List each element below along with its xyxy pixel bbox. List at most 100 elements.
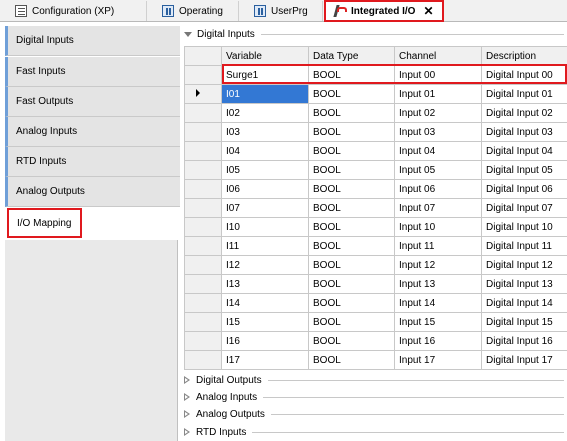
section-analog-outputs[interactable]: Analog Outputs [184,406,564,422]
cell-channel[interactable]: Input 16 [394,331,482,351]
cell-variable[interactable]: I17 [221,350,309,370]
cell-data-type[interactable]: BOOL [308,84,395,104]
row-header[interactable] [184,179,222,199]
cell-variable[interactable]: Surge1 [221,65,309,85]
row-header[interactable] [184,103,222,123]
table-row[interactable]: I01 BOOL Input 01 Digital Input 01 [184,84,567,104]
cell-variable[interactable]: I02 [221,103,309,123]
cell-description[interactable]: Digital Input 02 [481,103,567,123]
row-header[interactable] [184,65,222,85]
cell-channel[interactable]: Input 07 [394,198,482,218]
column-header-data-type[interactable]: Data Type [308,46,395,66]
cell-variable[interactable]: I15 [221,312,309,332]
table-row[interactable]: I02 BOOL Input 02 Digital Input 02 [184,103,567,123]
cell-description[interactable]: Digital Input 07 [481,198,567,218]
row-header[interactable] [184,198,222,218]
cell-variable[interactable]: I05 [221,160,309,180]
section-analog-inputs[interactable]: Analog Inputs [184,389,564,405]
row-header[interactable] [184,84,222,104]
cell-data-type[interactable]: BOOL [308,198,395,218]
cell-data-type[interactable]: BOOL [308,236,395,256]
cell-data-type[interactable]: BOOL [308,350,395,370]
cell-description[interactable]: Digital Input 00 [481,65,567,85]
cell-variable[interactable]: I07 [221,198,309,218]
nav-item-fast-outputs[interactable]: Fast Outputs [5,87,180,117]
table-row[interactable]: I11 BOOL Input 11 Digital Input 11 [184,236,567,256]
cell-description[interactable]: Digital Input 05 [481,160,567,180]
table-row[interactable]: I06 BOOL Input 06 Digital Input 06 [184,179,567,199]
nav-item-digital-inputs[interactable]: Digital Inputs [5,26,180,56]
table-row[interactable]: I04 BOOL Input 04 Digital Input 04 [184,141,567,161]
row-header[interactable] [184,274,222,294]
nav-item-analog-outputs[interactable]: Analog Outputs [5,177,180,207]
cell-variable[interactable]: I11 [221,236,309,256]
cell-description[interactable]: Digital Input 01 [481,84,567,104]
cell-description[interactable]: Digital Input 12 [481,255,567,275]
cell-data-type[interactable]: BOOL [308,65,395,85]
cell-description[interactable]: Digital Input 13 [481,274,567,294]
row-header[interactable] [184,312,222,332]
table-row[interactable]: I13 BOOL Input 13 Digital Input 13 [184,274,567,294]
cell-description[interactable]: Digital Input 17 [481,350,567,370]
cell-description[interactable]: Digital Input 11 [481,236,567,256]
cell-channel[interactable]: Input 02 [394,103,482,123]
cell-data-type[interactable]: BOOL [308,312,395,332]
cell-channel[interactable]: Input 10 [394,217,482,237]
cell-variable[interactable]: I01 [221,84,309,104]
cell-channel[interactable]: Input 05 [394,160,482,180]
table-row[interactable]: I07 BOOL Input 07 Digital Input 07 [184,198,567,218]
cell-channel[interactable]: Input 14 [394,293,482,313]
table-row[interactable]: I16 BOOL Input 16 Digital Input 16 [184,331,567,351]
table-row[interactable]: I05 BOOL Input 05 Digital Input 05 [184,160,567,180]
cell-description[interactable]: Digital Input 04 [481,141,567,161]
cell-variable[interactable]: I04 [221,141,309,161]
tab-configuration[interactable]: Configuration (XP) [0,1,147,21]
section-rtd-inputs[interactable]: RTD Inputs [184,424,564,440]
table-row[interactable]: I12 BOOL Input 12 Digital Input 12 [184,255,567,275]
nav-item-analog-inputs[interactable]: Analog Inputs [5,117,180,147]
table-row[interactable]: I10 BOOL Input 10 Digital Input 10 [184,217,567,237]
cell-channel[interactable]: Input 06 [394,179,482,199]
close-icon[interactable]: ✕ [423,4,433,18]
cell-data-type[interactable]: BOOL [308,141,395,161]
nav-item-fast-inputs[interactable]: Fast Inputs [5,57,180,87]
cell-data-type[interactable]: BOOL [308,255,395,275]
cell-data-type[interactable]: BOOL [308,103,395,123]
table-row[interactable]: I17 BOOL Input 17 Digital Input 17 [184,350,567,370]
cell-channel[interactable]: Input 03 [394,122,482,142]
cell-data-type[interactable]: BOOL [308,217,395,237]
table-row[interactable]: I14 BOOL Input 14 Digital Input 14 [184,293,567,313]
cell-channel[interactable]: Input 11 [394,236,482,256]
row-header[interactable] [184,293,222,313]
table-row[interactable]: Surge1 BOOL Input 00 Digital Input 00 [184,65,567,85]
column-header-description[interactable]: Description [481,46,567,66]
row-header[interactable] [184,141,222,161]
row-header[interactable] [184,255,222,275]
cell-variable[interactable]: I10 [221,217,309,237]
cell-description[interactable]: Digital Input 10 [481,217,567,237]
cell-channel[interactable]: Input 00 [394,65,482,85]
cell-variable[interactable]: I03 [221,122,309,142]
cell-channel[interactable]: Input 04 [394,141,482,161]
tab-userprg[interactable]: UserPrg [239,1,323,21]
row-header[interactable] [184,122,222,142]
cell-description[interactable]: Digital Input 06 [481,179,567,199]
cell-variable[interactable]: I13 [221,274,309,294]
cell-data-type[interactable]: BOOL [308,331,395,351]
cell-description[interactable]: Digital Input 15 [481,312,567,332]
cell-description[interactable]: Digital Input 03 [481,122,567,142]
section-digital-inputs[interactable]: Digital Inputs [184,26,564,42]
cell-variable[interactable]: I12 [221,255,309,275]
cell-data-type[interactable]: BOOL [308,160,395,180]
cell-channel[interactable]: Input 13 [394,274,482,294]
row-header[interactable] [184,217,222,237]
cell-channel[interactable]: Input 01 [394,84,482,104]
cell-channel[interactable]: Input 15 [394,312,482,332]
column-header-channel[interactable]: Channel [394,46,482,66]
tab-integrated-io[interactable]: Integrated I/O ✕ [324,0,444,22]
nav-item-rtd-inputs[interactable]: RTD Inputs [5,147,180,177]
cell-data-type[interactable]: BOOL [308,293,395,313]
cell-data-type[interactable]: BOOL [308,274,395,294]
cell-data-type[interactable]: BOOL [308,122,395,142]
cell-variable[interactable]: I16 [221,331,309,351]
